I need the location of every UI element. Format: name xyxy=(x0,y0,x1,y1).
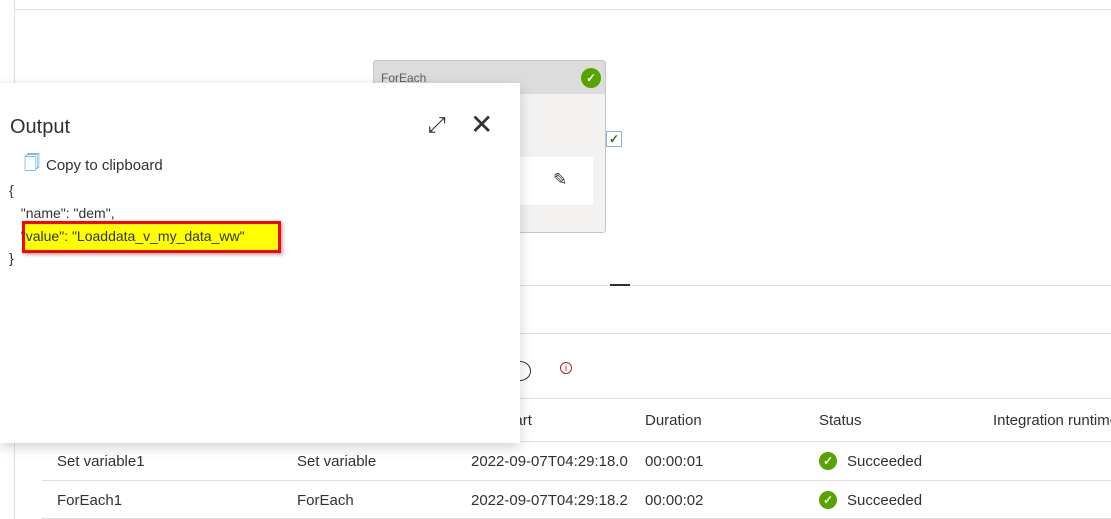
check-circle-icon: ✓ xyxy=(819,491,837,509)
header-status[interactable]: Status xyxy=(819,412,862,429)
tab-divider xyxy=(520,285,1111,286)
json-line-highlighted: "value": "Loaddata_v_my_data_ww" xyxy=(13,228,245,244)
json-line: { xyxy=(9,182,14,198)
json-line: "name": "dem", xyxy=(13,205,115,221)
success-checkbox-icon: ✓ xyxy=(606,131,622,147)
activity-type: ForEach xyxy=(297,492,354,509)
run-start: 2022-09-07T04:29:18.0 xyxy=(471,453,628,470)
pencil-icon[interactable]: ✎ xyxy=(553,170,567,190)
status: ✓ Succeeded xyxy=(819,491,922,509)
copy-to-clipboard-button[interactable]: 🗍 Copy to clipboard xyxy=(24,152,163,179)
status: ✓ Succeeded xyxy=(819,452,922,470)
divider xyxy=(520,398,1111,399)
check-circle-icon: ✓ xyxy=(581,68,601,88)
status-text: Succeeded xyxy=(847,452,923,470)
activity-name[interactable]: Set variable1 xyxy=(57,453,145,470)
duration: 00:00:01 xyxy=(645,453,704,470)
output-panel: Output ⤢ ✕ 🗍 Copy to clipboard { "name": … xyxy=(0,83,520,443)
divider xyxy=(42,480,1111,481)
header-integration-runtime[interactable]: Integration runtime xyxy=(993,412,1111,429)
duration: 00:00:02 xyxy=(645,492,704,509)
json-line: } xyxy=(9,250,14,266)
close-icon[interactable]: ✕ xyxy=(470,108,493,141)
tab-indicator xyxy=(610,284,630,286)
copy-icon: 🗍 xyxy=(24,155,40,172)
activity-name[interactable]: ForEach1 xyxy=(57,492,122,509)
status-text: Succeeded xyxy=(847,491,923,509)
canvas-top-border xyxy=(14,9,1111,10)
activity-type: Set variable xyxy=(297,453,377,470)
divider xyxy=(520,333,1111,334)
check-circle-icon: ✓ xyxy=(819,452,837,470)
info-icon[interactable]: i xyxy=(560,362,572,374)
header-duration[interactable]: Duration xyxy=(645,412,702,429)
expand-icon[interactable]: ⤢ xyxy=(428,112,446,138)
panel-title: Output xyxy=(10,116,71,138)
run-start: 2022-09-07T04:29:18.2 xyxy=(471,492,628,509)
copy-label: Copy to clipboard xyxy=(45,157,163,174)
